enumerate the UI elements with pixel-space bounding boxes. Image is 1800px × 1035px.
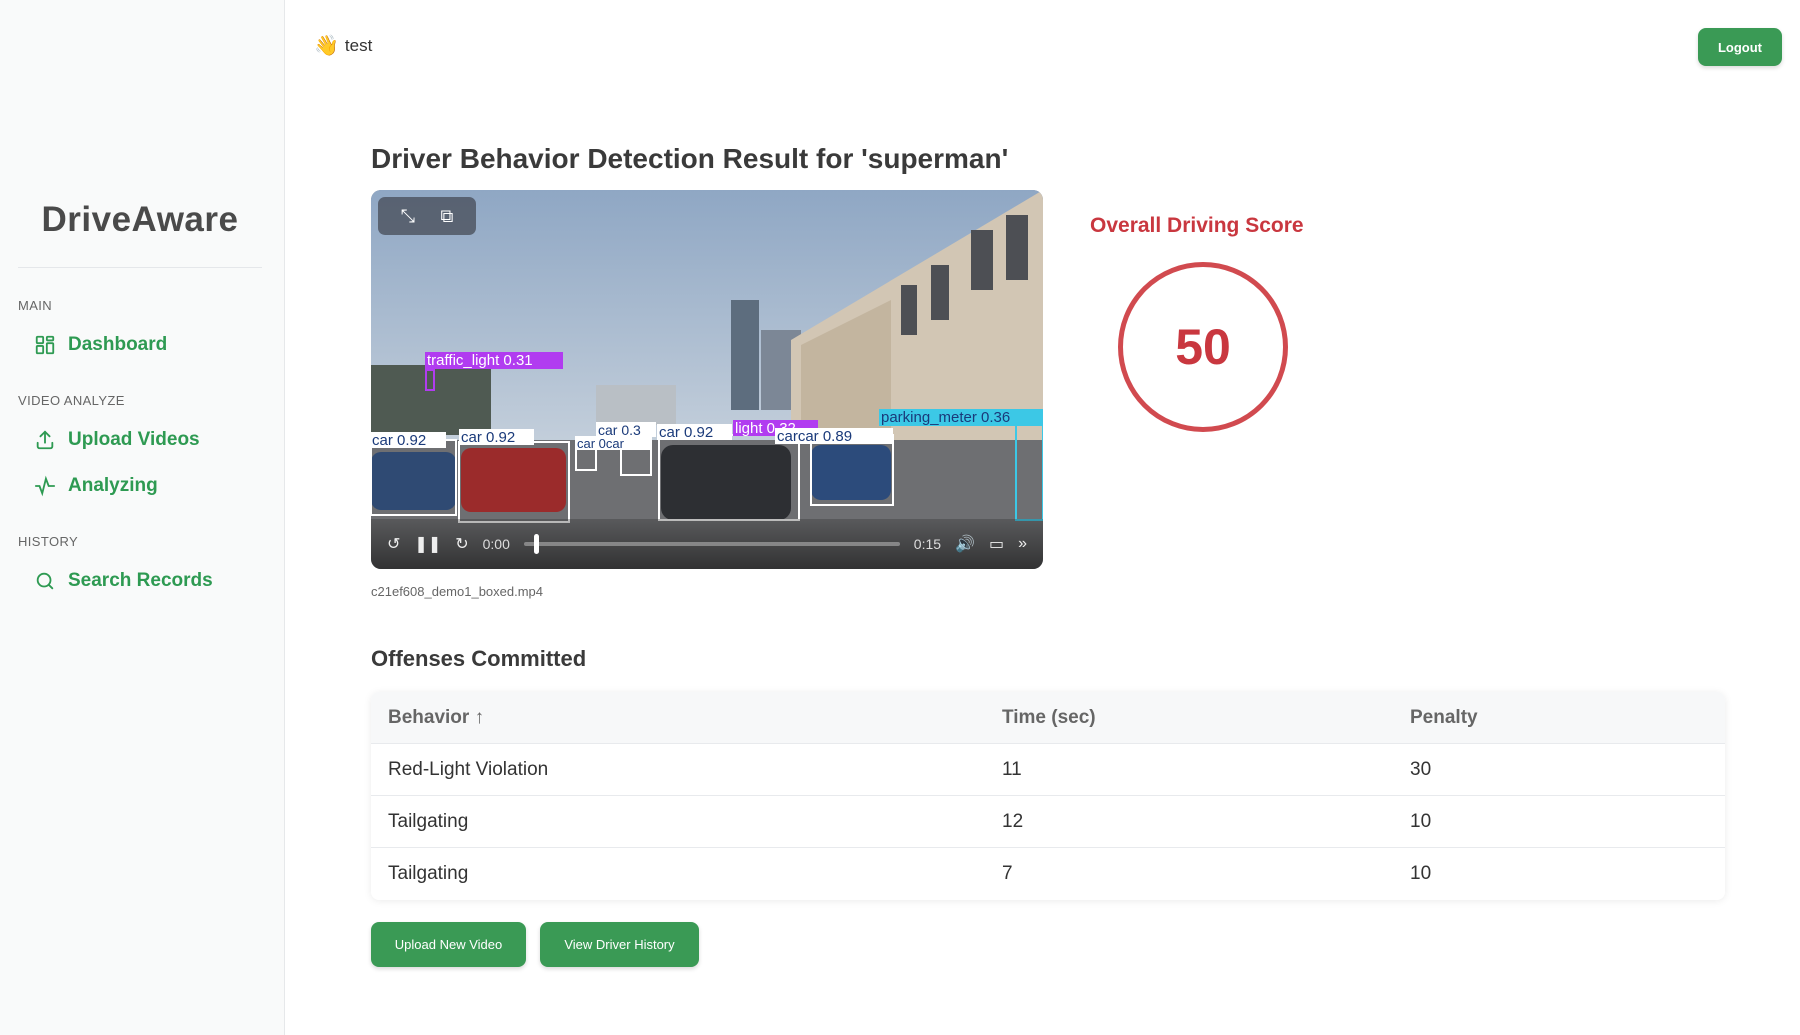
video-filename: c21ef608_demo1_boxed.mp4 bbox=[371, 584, 544, 599]
detection-label: car 0car bbox=[577, 436, 625, 451]
video-progress-bar[interactable] bbox=[523, 534, 900, 554]
cell-time: 11 bbox=[1002, 758, 1022, 780]
detection-label: car 0.92 bbox=[659, 424, 713, 441]
wave-emoji-icon: 👋 bbox=[314, 35, 339, 57]
brand-divider bbox=[18, 267, 262, 268]
search-icon bbox=[36, 572, 54, 590]
brand-logo-text: DriveAware bbox=[41, 200, 239, 239]
cell-time: 7 bbox=[1002, 863, 1013, 884]
detection-label: car 0.92 bbox=[461, 429, 515, 446]
column-header-penalty[interactable]: Penalty bbox=[1406, 707, 1725, 729]
user-greeting: 👋 test bbox=[314, 36, 372, 56]
more-options-icon[interactable]: » bbox=[1018, 535, 1027, 553]
cell-behavior: Tailgating bbox=[388, 863, 469, 884]
cell-penalty: 10 bbox=[1410, 810, 1432, 832]
activity-icon bbox=[34, 475, 56, 497]
sidebar-item-analyzing[interactable]: Analyzing bbox=[34, 475, 158, 497]
video-frame: traffic_light 0.31 parking_meter 0.36 ca… bbox=[371, 190, 1043, 569]
nav-section-video-analyze: VIDEO ANALYZE bbox=[18, 393, 125, 408]
table-row: Tailgating 12 10 bbox=[371, 796, 1725, 848]
offenses-title: Offenses Committed bbox=[371, 646, 587, 671]
cell-time: 12 bbox=[1002, 810, 1024, 832]
sidebar-item-search-records[interactable]: Search Records bbox=[34, 570, 213, 592]
table-header-row: Behavior ↑ Time (sec) Penalty bbox=[371, 692, 1725, 744]
video-overlay-controls: ⤡ ⧉ bbox=[378, 197, 476, 235]
score-title: Overall Driving Score bbox=[1090, 214, 1304, 237]
score-value: 50 bbox=[1175, 319, 1231, 375]
progress-thumb[interactable] bbox=[533, 534, 539, 554]
sidebar-item-upload-videos[interactable]: Upload Videos bbox=[34, 429, 200, 451]
nav-section-history: HISTORY bbox=[18, 534, 79, 549]
detection-label: traffic_light 0.31 bbox=[427, 352, 533, 369]
pause-icon[interactable]: ❚❚ bbox=[414, 534, 441, 554]
cell-penalty: 30 bbox=[1410, 758, 1432, 780]
view-driver-history-button[interactable]: View Driver History bbox=[540, 922, 699, 967]
picture-in-picture-icon[interactable]: ⧉ bbox=[440, 206, 453, 227]
volume-icon[interactable]: 🔊 bbox=[955, 534, 975, 554]
offenses-table: Behavior ↑ Time (sec) Penalty Red-Light … bbox=[371, 692, 1725, 900]
current-time: 0:00 bbox=[482, 536, 510, 552]
fullscreen-icon[interactable]: ⤡ bbox=[401, 206, 415, 227]
forward-icon[interactable]: ↻ bbox=[455, 534, 468, 554]
username: test bbox=[344, 36, 373, 55]
sidebar-item-dashboard[interactable]: Dashboard bbox=[34, 334, 167, 356]
upload-icon bbox=[36, 430, 54, 450]
cell-behavior: Red-Light Violation bbox=[388, 758, 549, 780]
sidebar: DriveAware MAIN Dashboard VIDEO ANALYZE … bbox=[0, 0, 285, 1035]
video-player[interactable]: traffic_light 0.31 parking_meter 0.36 ca… bbox=[371, 190, 1043, 569]
cell-penalty: 10 bbox=[1410, 863, 1432, 884]
video-controls-bar: ↺ ❚❚ ↻ 0:00 0:15 🔊 ▭ » bbox=[371, 519, 1043, 569]
sidebar-item-label: Upload Videos bbox=[68, 429, 200, 450]
detection-label: car 0.92 bbox=[372, 432, 426, 449]
table-row: Tailgating 7 10 bbox=[371, 848, 1725, 900]
detection-label: carcar 0.89 bbox=[777, 428, 852, 445]
airplay-icon[interactable]: ▭ bbox=[989, 534, 1004, 554]
cell-behavior: Tailgating bbox=[388, 810, 469, 832]
detection-label: parking_meter 0.36 bbox=[881, 409, 1010, 426]
logout-button[interactable]: Logout bbox=[1698, 28, 1782, 66]
sidebar-item-label: Dashboard bbox=[68, 334, 168, 355]
video-duration: 0:15 bbox=[913, 536, 942, 552]
upload-new-video-button[interactable]: Upload New Video bbox=[371, 922, 526, 967]
nav-section-main: MAIN bbox=[18, 298, 53, 313]
page-title: Driver Behavior Detection Result for 'su… bbox=[371, 143, 1009, 174]
score-circle: 50 bbox=[1118, 262, 1288, 432]
column-header-behavior[interactable]: Behavior ↑ bbox=[371, 707, 998, 729]
dashboard-icon bbox=[35, 335, 55, 355]
sidebar-item-label: Analyzing bbox=[68, 475, 158, 496]
table-row: Red-Light Violation 11 30 bbox=[371, 744, 1725, 796]
sidebar-item-label: Search Records bbox=[68, 570, 213, 591]
rewind-icon[interactable]: ↺ bbox=[387, 534, 400, 554]
column-header-time[interactable]: Time (sec) bbox=[998, 707, 1406, 729]
